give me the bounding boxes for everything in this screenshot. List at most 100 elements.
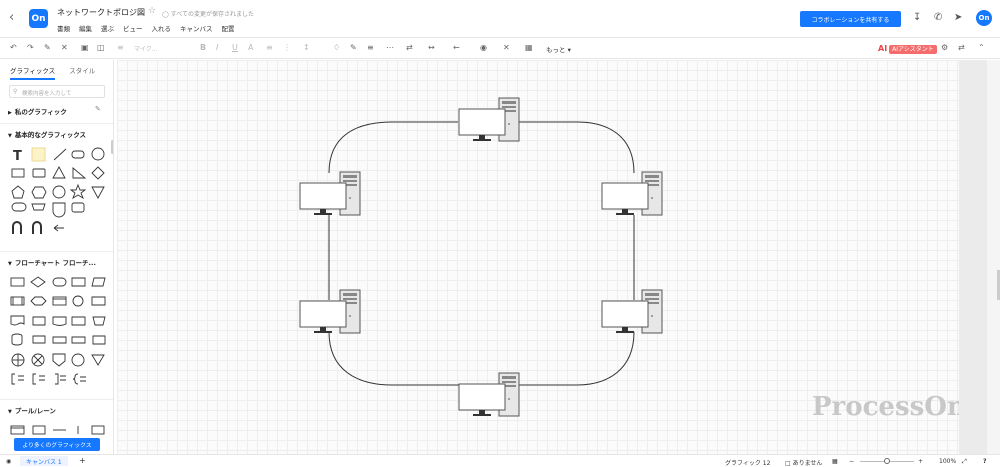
section-pool-lane[interactable]: ▼ プール/レーン [8, 405, 56, 415]
start-arrow-icon[interactable]: ← [453, 43, 460, 52]
section-flowchart-label: フローチャート フローチ... [14, 259, 96, 267]
zoom-out-icon[interactable]: − [849, 458, 854, 465]
section-pool-lane-label: プール/レーン [14, 407, 56, 415]
link-bottom-lowerright[interactable] [517, 331, 635, 386]
download-icon[interactable]: ↧ [913, 12, 921, 23]
more-toolbar-label: もっと [546, 46, 566, 54]
help-icon[interactable]: ? [983, 458, 986, 465]
focus-mode-label: ありません [792, 460, 823, 467]
page-tab[interactable]: キャンバス 1 [20, 456, 68, 466]
canvas-vertical-scrollbar[interactable] [987, 60, 1000, 454]
menu-insert[interactable]: 入れる [152, 23, 172, 33]
arrow-style-icon[interactable]: ⇄ [406, 43, 413, 52]
document-shape-icon [10, 315, 25, 326]
computer-node-upper-left[interactable] [299, 171, 361, 217]
format-painter-icon[interactable]: ✎ [44, 43, 51, 52]
focus-mode-toggle[interactable]: □ ありません [785, 458, 822, 467]
settings-icon[interactable]: ⚙ [941, 43, 948, 52]
share-collaboration-button[interactable]: コラボレーションを共有する [800, 11, 901, 27]
tab-style[interactable]: スタイル [69, 65, 95, 80]
page-list-icon[interactable]: ◉ [6, 458, 11, 465]
fill-color-icon[interactable]: ♢ [333, 43, 340, 52]
zoom-slider-knob[interactable] [884, 458, 890, 464]
redo-icon[interactable]: ↷ [27, 43, 34, 52]
status-bar: ◉ キャンバス 1 + グラフィック 12 □ ありません ▦ − + 100%… [0, 454, 1000, 467]
avatar[interactable]: On [976, 10, 992, 26]
grid-toggle-icon[interactable]: ▦ [832, 458, 838, 465]
computer-icon [601, 171, 663, 216]
ai-assistant-button[interactable]: AI AIアシスタント [878, 44, 937, 54]
menu-view[interactable]: ビュー [123, 23, 143, 33]
valign-icon[interactable]: ⋮ [283, 43, 291, 52]
computer-icon [601, 289, 663, 334]
delay-icon [71, 316, 86, 326]
panel-scrollbar[interactable] [111, 140, 113, 154]
text-style-icon[interactable]: ≡ [117, 43, 124, 52]
app-logo[interactable]: On [29, 9, 48, 28]
flowchart-shapes-svg [10, 276, 106, 385]
shape-search-input[interactable]: ⚲ 検索内容を入力して [9, 85, 105, 98]
swap-icon[interactable]: ⇄ [958, 43, 965, 52]
line-color-icon[interactable]: ✎ [350, 43, 357, 52]
star-icon[interactable]: ☆ [148, 6, 156, 16]
section-my-graphics[interactable]: ▶ 私のグラフィック [8, 106, 67, 116]
clear-format-icon[interactable]: ✕ [61, 43, 68, 52]
edit-icon[interactable]: ✎ [95, 105, 101, 113]
fullscreen-icon[interactable]: ⤢ [962, 458, 967, 466]
computer-node-lower-left[interactable] [299, 289, 361, 335]
table-icon[interactable]: ▦ [525, 43, 533, 52]
font-family-select[interactable]: マイク... [134, 44, 158, 53]
more-graphics-button[interactable]: より多くのグラフィックス [14, 438, 100, 451]
more-toolbar-button[interactable]: もっと ▾ [546, 44, 571, 54]
divider [0, 251, 113, 252]
font-color-icon[interactable]: A [248, 43, 253, 52]
stored-data-icon [32, 316, 46, 326]
collapse-icon[interactable]: ⌃ [978, 43, 985, 52]
link-lowerleft-bottom[interactable] [328, 331, 460, 386]
style-icon[interactable]: ▣ [81, 43, 89, 52]
link-top-upperright[interactable] [515, 121, 635, 174]
section-basic-graphics[interactable]: ▼ 基本的なグラフィックス [8, 129, 86, 139]
phone-icon[interactable]: ✆ [934, 12, 942, 23]
computer-node-upper-right[interactable] [601, 171, 663, 217]
undo-icon[interactable]: ↶ [10, 43, 17, 52]
section-flowchart[interactable]: ▼ フローチャート フローチ... [8, 257, 96, 267]
layer-icon[interactable]: ◉ [480, 43, 487, 52]
zoom-in-icon[interactable]: + [918, 458, 923, 465]
lane-icon [91, 425, 105, 435]
group-icon[interactable]: ✕ [503, 43, 510, 52]
zoom-level[interactable]: 100% [939, 458, 956, 465]
ai-badge: AIアシスタント [889, 45, 937, 54]
pool-shapes-svg [10, 425, 105, 435]
line-spacing-icon[interactable]: ↕ [303, 43, 310, 52]
align-icon[interactable]: ≡ [266, 43, 273, 52]
computer-icon [299, 171, 361, 216]
menu-edit[interactable]: 編集 [79, 23, 92, 33]
terminator-icon [52, 277, 67, 287]
bold-icon[interactable]: B [200, 43, 206, 52]
hexagon-icon [31, 186, 47, 199]
rect-alt-icon [32, 168, 46, 178]
process-icon [10, 277, 25, 287]
add-page-button[interactable]: + [79, 456, 86, 465]
image-icon[interactable]: ◫ [97, 43, 105, 52]
computer-node-bottom[interactable] [458, 372, 520, 418]
menu-canvas[interactable]: キャンバス [180, 23, 213, 33]
link-upperleft-top[interactable] [328, 121, 458, 174]
italic-icon[interactable]: I [216, 43, 218, 52]
rectangle-icon [11, 168, 25, 178]
underline-icon[interactable]: U [232, 43, 238, 52]
menu-file[interactable]: 書類 [57, 23, 70, 33]
line-style-icon[interactable]: ⋯ [386, 43, 394, 52]
tab-graphics[interactable]: グラフィックス [10, 65, 56, 80]
computer-node-top[interactable] [458, 97, 520, 143]
document-title[interactable]: ネットワークトポロジ図 [57, 7, 145, 18]
connector-icon[interactable]: ↔ [428, 43, 435, 52]
line-weight-icon[interactable]: ≡ [367, 43, 374, 52]
computer-node-lower-right[interactable] [601, 289, 663, 335]
send-icon[interactable]: ➤ [954, 12, 962, 23]
back-icon[interactable]: ‹ [9, 10, 14, 25]
menu-arrange[interactable]: 配置 [222, 23, 235, 33]
menu-select[interactable]: 選ぶ [101, 23, 114, 33]
shield-shape-icon [52, 202, 66, 218]
